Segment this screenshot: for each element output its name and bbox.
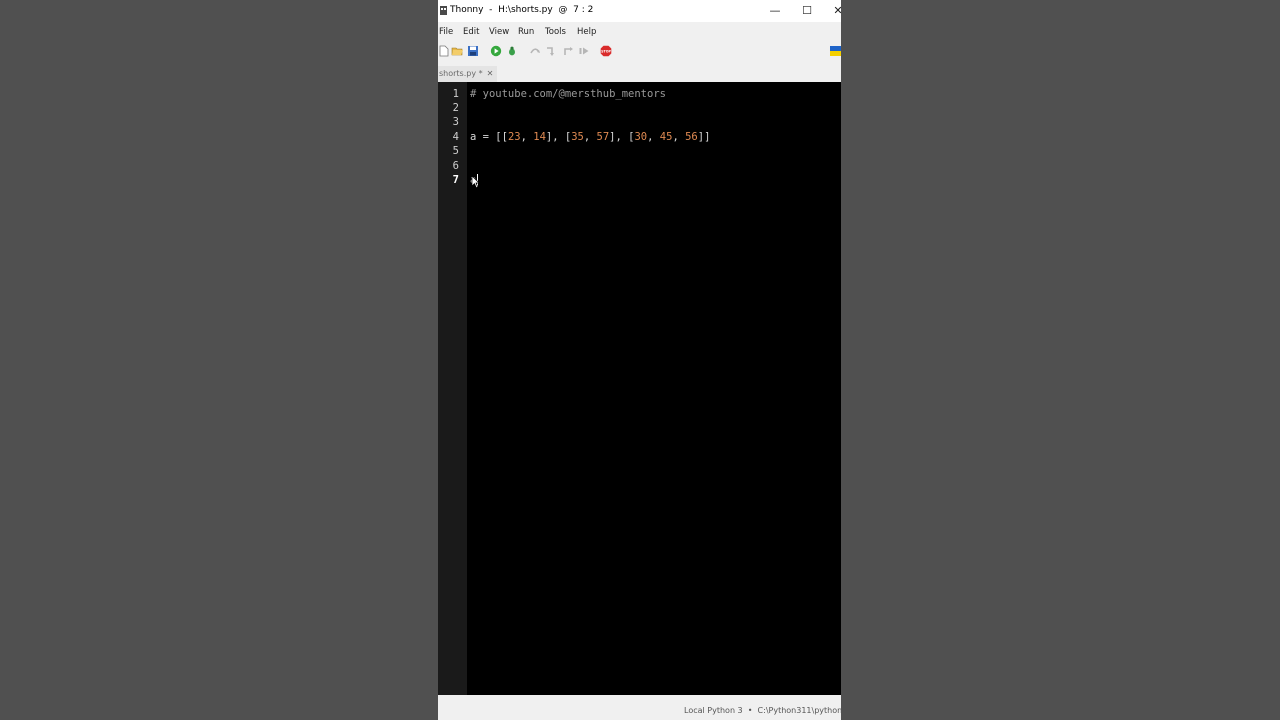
line-number: 5 (452, 145, 459, 157)
new-file-icon[interactable] (438, 45, 450, 57)
stop-icon[interactable]: STOP (600, 45, 612, 57)
tab-shorts-py[interactable]: shorts.py * ✕ (438, 66, 498, 82)
line-number-gutter: 1 2 3 4 5 6 7 (438, 82, 467, 695)
close-button[interactable]: ✕ (823, 0, 841, 22)
code-line-4: a = [[23, 14], [35, 57], [30, 45, 56]] (470, 130, 710, 144)
run-icon[interactable] (490, 45, 502, 57)
open-folder-icon[interactable] (451, 45, 463, 57)
resume-icon[interactable] (578, 45, 590, 57)
number-literal: 14 (533, 131, 546, 143)
step-out-icon[interactable] (562, 45, 574, 57)
line-number: 3 (452, 116, 459, 128)
step-over-icon[interactable] (529, 45, 541, 57)
line-number: 1 (452, 88, 459, 100)
window-title: Thonny - H:\shorts.py @ 7 : 2 (450, 5, 594, 15)
code-editor[interactable]: # youtube.com/@mersthub_mentors a = [[23… (467, 82, 841, 695)
code-line-1: # youtube.com/@mersthub_mentors (470, 87, 666, 101)
menu-run[interactable]: Run (518, 27, 534, 37)
title-bar: Thonny - H:\shorts.py @ 7 : 2 — ☐ ✕ (438, 0, 841, 22)
code-token: ], [ (545, 131, 572, 143)
toolbar: STOP (438, 40, 841, 62)
interpreter-status[interactable]: Local Python 3 • C:\Python311\python.exe (684, 706, 841, 715)
maximize-button[interactable]: ☐ (792, 0, 822, 22)
menu-file[interactable]: File (439, 27, 453, 37)
save-icon[interactable] (467, 45, 479, 57)
tab-strip: shorts.py * ✕ (438, 62, 841, 82)
tab-close-icon[interactable]: ✕ (487, 69, 494, 78)
number-literal: 45 (659, 131, 673, 143)
number-literal: 23 (507, 131, 521, 143)
minimize-button[interactable]: — (760, 0, 790, 22)
menu-help[interactable]: Help (577, 27, 596, 37)
code-token: , (672, 131, 686, 143)
code-token: ]] (697, 131, 711, 143)
thonny-window: Thonny - H:\shorts.py @ 7 : 2 — ☐ ✕ File… (438, 0, 841, 720)
debug-icon[interactable] (506, 45, 518, 57)
line-number: 6 (452, 160, 459, 172)
number-literal: 35 (571, 131, 584, 143)
code-token: , (647, 131, 660, 143)
tab-label: shorts.py * (439, 69, 483, 78)
code-token: , (583, 131, 597, 143)
line-number: 4 (452, 131, 459, 143)
menu-view[interactable]: View (489, 27, 509, 37)
current-line-number: 7 (452, 174, 459, 186)
menu-edit[interactable]: Edit (463, 27, 479, 37)
number-literal: 56 (685, 131, 698, 143)
step-into-icon[interactable] (545, 45, 557, 57)
mouse-pointer-icon (471, 175, 480, 189)
menu-tools[interactable]: Tools (545, 27, 566, 37)
thonny-logo-icon (440, 6, 447, 15)
number-literal: 57 (596, 131, 610, 143)
flag-icon (830, 46, 841, 56)
number-literal: 30 (634, 131, 648, 143)
stop-icon-label: STOP (601, 49, 611, 53)
code-token: , (520, 131, 534, 143)
comment-text: # youtube.com/@mersthub_mentors (470, 88, 666, 100)
status-bar: Local Python 3 • C:\Python311\python.exe (438, 695, 841, 720)
line-number: 2 (452, 102, 459, 114)
code-token: a = [[ (470, 131, 508, 143)
code-token: ], [ (609, 131, 635, 143)
menu-bar: File Edit View Run Tools Help (438, 22, 841, 40)
